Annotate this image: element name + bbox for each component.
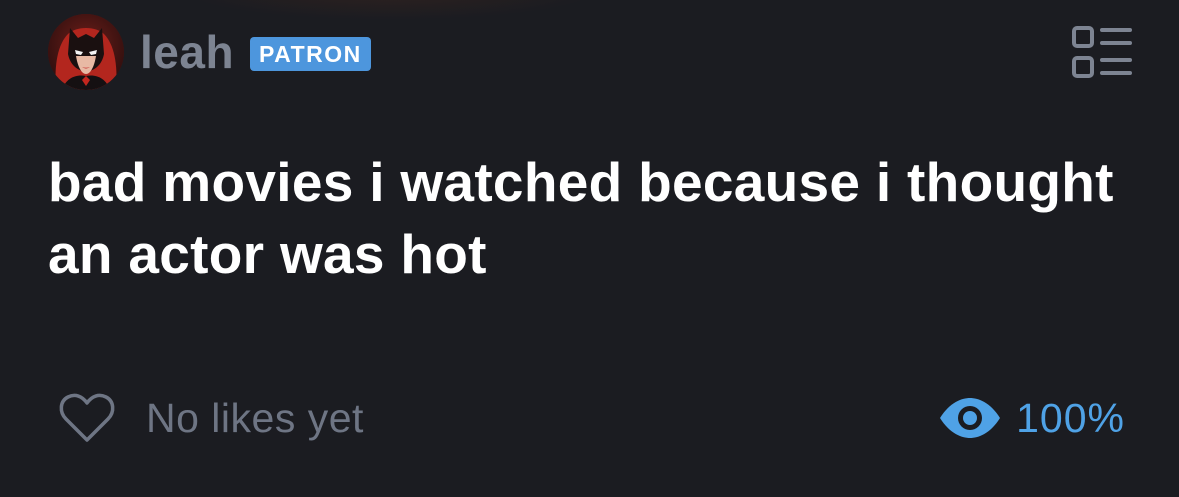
visibility-section: 100% [938,390,1125,446]
like-button[interactable] [58,392,116,444]
post-header: leah PATRON [48,14,371,90]
likes-section: No likes yet [58,390,364,446]
author-name[interactable]: leah [140,29,234,75]
post-title[interactable]: bad movies i watched because i thought a… [48,146,1128,290]
eye-icon[interactable] [938,396,1002,440]
view-percent-text: 100% [1016,394,1125,441]
avatar[interactable] [48,14,124,90]
list-view-toggle-button[interactable] [1068,22,1134,84]
likes-count-text: No likes yet [146,394,364,441]
heart-outline-icon [59,393,115,442]
list-view-icon [1072,26,1132,78]
batwoman-avatar-icon [48,14,124,90]
patron-badge: PATRON [250,37,371,71]
